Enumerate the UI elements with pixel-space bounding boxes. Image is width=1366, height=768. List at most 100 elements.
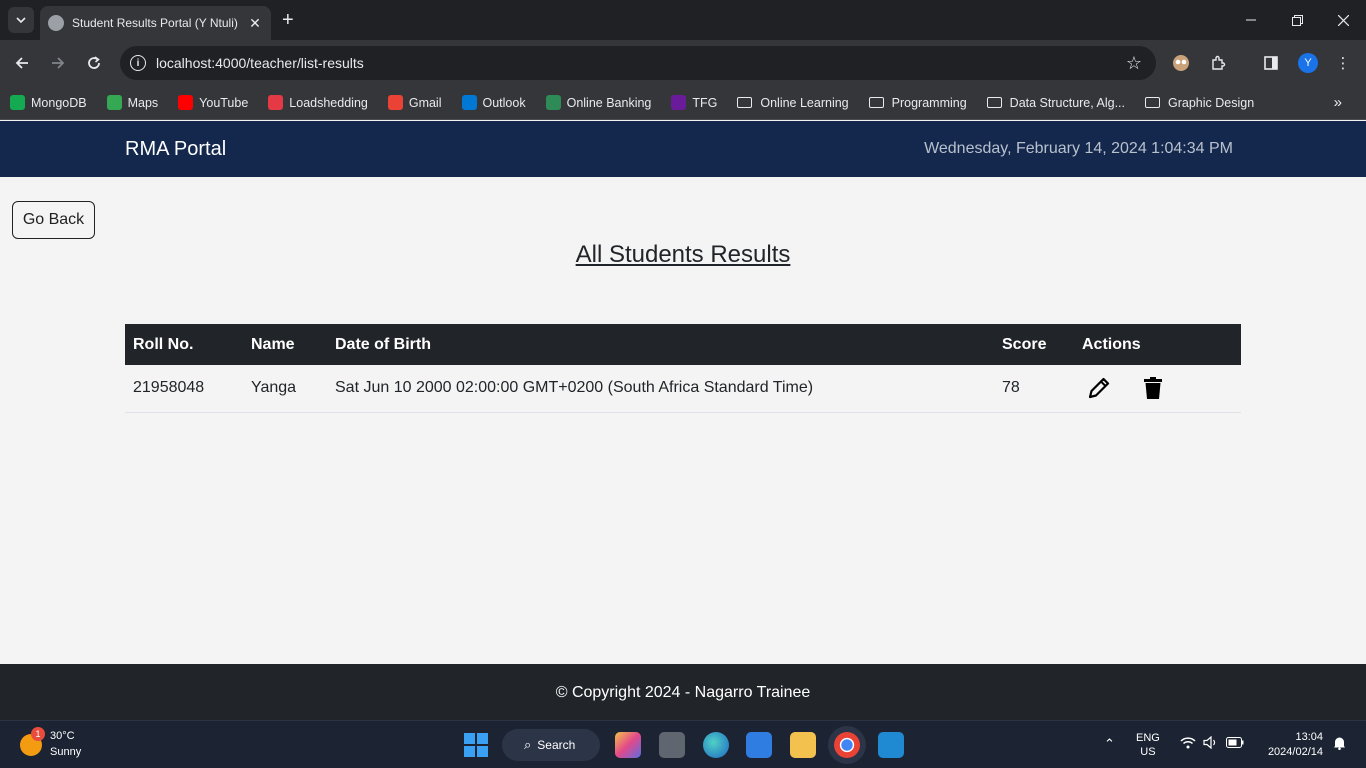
bookmark-label: Loadshedding [289, 95, 368, 110]
reload-icon [88, 56, 100, 69]
browser-tab-strip: Student Results Portal (Y Ntuli) ✕ + [0, 0, 1366, 40]
bookmark-favicon-icon [106, 95, 122, 110]
menu-kebab-icon[interactable]: ⋮ [1332, 52, 1354, 74]
column-header-actions: Actions [1082, 335, 1141, 353]
bookmark-item[interactable]: Online Banking [545, 95, 651, 110]
new-tab-button[interactable]: + [282, 9, 294, 31]
profile-avatar[interactable]: Y [1298, 53, 1318, 73]
bookmark-star-icon[interactable]: ☆ [1126, 53, 1142, 74]
extension-avatar-icon[interactable] [1170, 52, 1192, 74]
app-navbar: RMA Portal Wednesday, February 14, 2024 … [0, 121, 1366, 177]
globe-icon [48, 15, 64, 31]
bookmark-item[interactable]: Graphic Design [1145, 96, 1254, 110]
language-code: ENG [1136, 732, 1160, 744]
bookmark-favicon-icon [671, 95, 687, 110]
bookmark-favicon-icon [461, 95, 477, 110]
tab-title: Student Results Portal (Y Ntuli) [72, 16, 238, 30]
column-header-roll-no: Roll No. [133, 335, 194, 353]
url-text[interactable]: localhost:4000/teacher/list-results [156, 55, 1126, 71]
system-time: 13:04 [1295, 731, 1323, 743]
table-header-row: Roll No. Name Date of Birth Score Action… [125, 324, 1241, 365]
bookmark-item[interactable]: TFG [671, 95, 717, 110]
close-icon [1337, 14, 1349, 26]
weather-temperature[interactable]: 30°C [50, 730, 75, 742]
weather-badge: 1 [31, 727, 45, 741]
bookmark-item[interactable]: Online Learning [737, 95, 849, 110]
bookmark-label: Graphic Design [1168, 95, 1255, 110]
browser-toolbar: i localhost:4000/teacher/list-results ☆ … [0, 40, 1366, 86]
weather-condition[interactable]: Sunny [50, 746, 81, 758]
region-code: US [1140, 746, 1156, 758]
cell-name: Yanga [243, 365, 327, 413]
bookmark-item[interactable]: Programming [868, 95, 967, 110]
forward-button[interactable] [45, 50, 71, 76]
bookmark-label: Online Learning [760, 95, 849, 110]
column-header-name: Name [251, 335, 295, 353]
microsoft-store-icon[interactable] [746, 732, 772, 758]
system-clock[interactable]: 13:04 2024/02/14 [1268, 730, 1323, 760]
bookmark-item[interactable]: Loadshedding [268, 95, 368, 110]
site-info-icon[interactable]: i [130, 55, 146, 71]
bookmark-label: Programming [891, 95, 967, 110]
bookmark-favicon-icon [178, 95, 194, 110]
volume-icon[interactable] [1203, 735, 1218, 752]
bookmark-label: YouTube [199, 95, 249, 110]
side-panel-icon[interactable] [1260, 52, 1282, 74]
bookmark-label: Maps [127, 95, 159, 110]
chevron-up-icon[interactable]: ⌃ [1104, 736, 1115, 752]
bookmark-item[interactable]: Gmail [387, 95, 442, 110]
table-row: 21958048 Yanga Sat Jun 10 2000 02:00:00 … [125, 365, 1241, 413]
bookmark-label: Outlook [482, 95, 526, 110]
language-indicator[interactable]: ENG US [1136, 731, 1160, 759]
bookmark-label: Gmail [408, 95, 442, 110]
address-bar[interactable]: i localhost:4000/teacher/list-results ☆ [120, 46, 1156, 80]
bookmark-item[interactable]: Data Structure, Alg... [986, 96, 1125, 110]
chevron-down-icon [16, 17, 26, 24]
browser-tab-active[interactable]: Student Results Portal (Y Ntuli) ✕ [40, 6, 271, 40]
restore-icon [1291, 14, 1303, 26]
bookmark-item[interactable]: MongoDB [10, 95, 87, 110]
restore-button[interactable] [1274, 0, 1320, 40]
close-window-button[interactable] [1320, 0, 1366, 40]
chrome-browser-icon[interactable] [834, 732, 860, 758]
close-tab-icon[interactable]: ✕ [247, 15, 263, 32]
battery-icon[interactable] [1226, 736, 1244, 751]
bookmark-item[interactable]: Maps [106, 95, 159, 110]
task-view-icon[interactable] [659, 732, 685, 758]
more-bookmarks-chevron-icon[interactable]: » [1334, 94, 1342, 111]
minimize-button[interactable] [1228, 0, 1274, 40]
bookmark-item[interactable]: Outlook [461, 95, 526, 110]
taskbar-search-label: Search [537, 738, 576, 752]
bookmark-item[interactable]: YouTube [178, 95, 248, 110]
wifi-icon[interactable] [1180, 736, 1196, 752]
cell-dob: Sat Jun 10 2000 02:00:00 GMT+0200 (South… [327, 365, 994, 413]
arrow-right-icon [52, 57, 65, 69]
column-header-score: Score [1002, 335, 1047, 353]
delete-trash-icon[interactable] [1140, 375, 1166, 401]
bookmark-favicon-icon [387, 95, 403, 110]
edit-pencil-icon[interactable] [1086, 375, 1112, 401]
taskbar-search-button[interactable]: ⌕ Search [502, 729, 600, 761]
extensions-icon[interactable] [1207, 52, 1229, 74]
current-datetime: Wednesday, February 14, 2024 1:04:34 PM [924, 140, 1233, 157]
folder-icon [1145, 97, 1161, 108]
windows-start-icon[interactable] [464, 733, 488, 757]
tab-search-button[interactable] [8, 7, 34, 33]
reload-button[interactable] [81, 50, 107, 76]
go-back-button[interactable]: Go Back [12, 201, 95, 239]
cell-actions [1074, 365, 1241, 413]
cell-score: 78 [994, 365, 1074, 413]
bookmark-label: MongoDB [31, 95, 87, 110]
search-icon: ⌕ [524, 737, 532, 752]
back-button[interactable] [9, 50, 35, 76]
vscode-icon[interactable] [878, 732, 904, 758]
bookmark-favicon-icon [545, 95, 561, 110]
edge-browser-icon[interactable] [703, 732, 729, 758]
minimize-icon [1246, 19, 1256, 21]
notification-bell-icon[interactable] [1333, 736, 1346, 753]
copilot-app-icon[interactable] [615, 732, 641, 758]
file-explorer-icon[interactable] [790, 732, 816, 758]
folder-icon [868, 97, 884, 108]
folder-icon [986, 97, 1002, 108]
brand-title[interactable]: RMA Portal [125, 138, 226, 161]
